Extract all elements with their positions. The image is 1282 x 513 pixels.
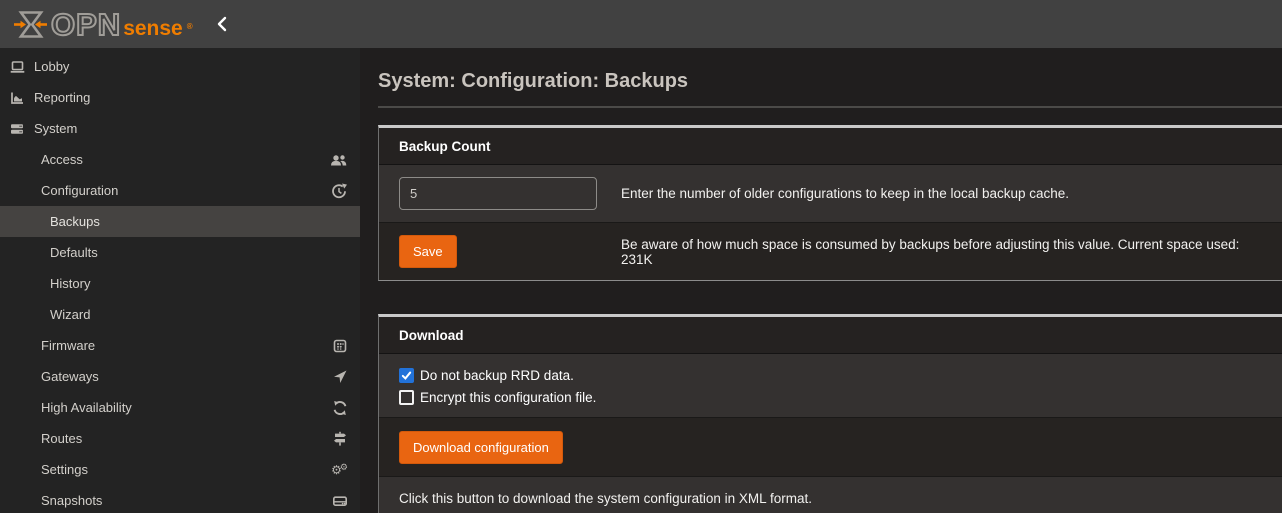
- logo-text-sense: sense: [123, 18, 183, 39]
- download-panel-header: Download: [379, 317, 1282, 354]
- backup-count-row: Enter the number of older configurations…: [379, 165, 1282, 222]
- sidebar-item-label: Configuration: [41, 183, 118, 198]
- download-help-row: Click this button to download the system…: [379, 476, 1282, 513]
- sidebar-item-reporting[interactable]: Reporting: [0, 82, 360, 113]
- sidebar-item-label: Defaults: [50, 245, 98, 260]
- sidebar-item-label: Access: [41, 152, 83, 167]
- sidebar-collapse-button[interactable]: [215, 16, 229, 32]
- sidebar-item-label: Snapshots: [41, 493, 102, 508]
- page-head: System: Configuration: Backups: [378, 48, 1282, 108]
- sidebar-item-label: System: [34, 121, 77, 136]
- download-configuration-button[interactable]: Download configuration: [399, 431, 563, 464]
- backup-count-input[interactable]: [399, 177, 597, 210]
- logo-text-opn: OPN: [51, 9, 121, 40]
- backup-count-help: Enter the number of older configurations…: [621, 186, 1262, 201]
- sidebar-item-backups[interactable]: Backups: [0, 206, 360, 237]
- history-icon: [331, 183, 348, 199]
- location-arrow-icon: [332, 369, 348, 385]
- encrypt-checkbox[interactable]: [399, 390, 414, 405]
- sidebar-item-label: High Availability: [41, 400, 132, 415]
- sidebar-item-label: Lobby: [34, 59, 69, 74]
- topbar: OPN sense ®: [0, 0, 1282, 48]
- laptop-icon: [8, 59, 26, 75]
- sidebar-item-label: Reporting: [34, 90, 90, 105]
- page-title: System: Configuration: Backups: [378, 70, 1282, 93]
- rrd-checkbox-line[interactable]: Do not backup RRD data.: [399, 368, 1262, 383]
- encrypt-checkbox-line[interactable]: Encrypt this configuration file.: [399, 390, 1262, 405]
- save-row: Save Be aware of how much space is consu…: [379, 222, 1282, 280]
- chevron-left-icon: [215, 16, 229, 32]
- users-icon: [329, 152, 348, 168]
- rrd-checkbox-label: Do not backup RRD data.: [420, 368, 574, 383]
- opnsense-logo[interactable]: OPN sense ®: [14, 9, 193, 40]
- check-icon: [401, 370, 412, 381]
- sidebar-item-label: Settings: [41, 462, 88, 477]
- sidebar-item-label: History: [50, 276, 90, 291]
- sidebar-item-routes[interactable]: Routes: [0, 423, 360, 454]
- sidebar-item-firmware[interactable]: Firmware: [0, 330, 360, 361]
- sidebar-item-configuration[interactable]: Configuration: [0, 175, 360, 206]
- sidebar-item-high-availability[interactable]: High Availability: [0, 392, 360, 423]
- sidebar-item-label: Routes: [41, 431, 82, 446]
- area-chart-icon: [8, 90, 26, 106]
- encrypt-checkbox-label: Encrypt this configuration file.: [420, 390, 596, 405]
- download-help-text: Click this button to download the system…: [399, 491, 812, 506]
- refresh-icon: [332, 400, 348, 416]
- sidebar-item-label: Gateways: [41, 369, 99, 384]
- rrd-checkbox[interactable]: [399, 368, 414, 383]
- download-button-row: Download configuration: [379, 417, 1282, 476]
- sidebar-item-gateways[interactable]: Gateways: [0, 361, 360, 392]
- save-button[interactable]: Save: [399, 235, 457, 268]
- map-signs-icon: [332, 431, 348, 447]
- firmware-grid-icon: [332, 338, 348, 354]
- sidebar-item-label: Backups: [50, 214, 100, 229]
- sidebar-item-access[interactable]: Access: [0, 144, 360, 175]
- server-icon: [8, 121, 26, 137]
- download-options-row: Do not backup RRD data. Encrypt this con…: [379, 354, 1282, 417]
- sidebar-item-wizard[interactable]: Wizard: [0, 299, 360, 330]
- backup-count-panel-header: Backup Count: [379, 128, 1282, 165]
- hourglass-logo-icon: [14, 9, 47, 40]
- hdd-icon: [332, 493, 348, 509]
- backup-count-panel: Backup Count Enter the number of older c…: [378, 125, 1282, 281]
- sidebar-item-label: Firmware: [41, 338, 95, 353]
- gears-icon: ⚙⚙: [331, 464, 348, 476]
- sidebar: Lobby Reporting: [0, 48, 360, 513]
- save-help: Be aware of how much space is consumed b…: [621, 237, 1262, 267]
- download-panel: Download Do not backup RRD data.: [378, 314, 1282, 513]
- registered-mark: ®: [187, 22, 193, 31]
- sidebar-item-snapshots[interactable]: Snapshots: [0, 485, 360, 513]
- sidebar-item-system[interactable]: System: [0, 113, 360, 144]
- main-content: System: Configuration: Backups Backup Co…: [360, 48, 1282, 513]
- sidebar-item-label: Wizard: [50, 307, 90, 322]
- sidebar-item-history[interactable]: History: [0, 268, 360, 299]
- sidebar-item-defaults[interactable]: Defaults: [0, 237, 360, 268]
- sidebar-item-settings[interactable]: Settings ⚙⚙: [0, 454, 360, 485]
- sidebar-item-lobby[interactable]: Lobby: [0, 51, 360, 82]
